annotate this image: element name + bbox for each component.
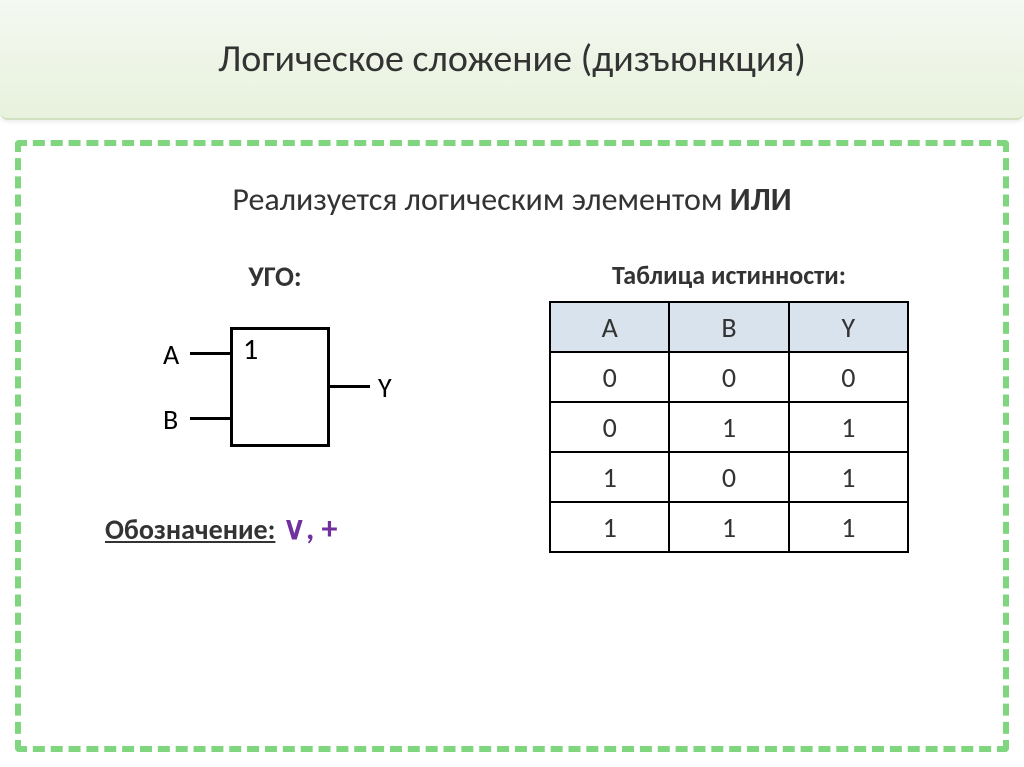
- main-row: УГО: 1 A B Y Обозначение: ∨, + Таблиц: [55, 259, 969, 553]
- table-row: 1 1 1: [550, 502, 908, 552]
- cell: 0: [550, 352, 669, 402]
- input-b-line: [190, 417, 230, 420]
- output-y-line: [330, 385, 370, 388]
- cell: 1: [669, 502, 788, 552]
- cell: 0: [669, 352, 788, 402]
- notation-label: Обозначение:: [105, 512, 275, 547]
- cell: 1: [789, 452, 908, 502]
- input-a-label: A: [163, 337, 179, 372]
- cell: 1: [669, 402, 788, 452]
- left-column: УГО: 1 A B Y Обозначение: ∨, +: [85, 259, 465, 548]
- output-y-label: Y: [378, 370, 392, 405]
- cell: 1: [789, 502, 908, 552]
- subtitle-text: Реализуется логическим элементом: [232, 180, 729, 219]
- header-a: A: [550, 302, 669, 352]
- slide-header: Логическое сложение (дизъюнкция): [0, 0, 1024, 120]
- right-column: Таблица истинности: A B Y 0 0 0: [519, 259, 939, 553]
- subtitle: Реализуется логическим элементом ИЛИ: [55, 180, 969, 219]
- notation-symbols: ∨, +: [275, 509, 337, 548]
- cell: 1: [550, 452, 669, 502]
- cell: 1: [550, 502, 669, 552]
- gate-inner-label: 1: [243, 331, 258, 368]
- table-row: 0 1 1: [550, 402, 908, 452]
- slide-content: Реализуется логическим элементом ИЛИ УГО…: [15, 140, 1009, 752]
- ugo-label: УГО:: [85, 259, 465, 294]
- cell: 1: [789, 402, 908, 452]
- truth-table-title: Таблица истинности:: [519, 259, 939, 291]
- subtitle-bold: ИЛИ: [730, 180, 792, 219]
- table-row: 1 0 1: [550, 452, 908, 502]
- input-b-label: B: [163, 402, 178, 437]
- slide-title: Логическое сложение (дизъюнкция): [218, 36, 806, 82]
- content-wrapper: Реализуется логическим элементом ИЛИ УГО…: [0, 120, 1024, 767]
- cell: 0: [669, 452, 788, 502]
- header-b: B: [669, 302, 788, 352]
- header-y: Y: [789, 302, 908, 352]
- table-row: 0 0 0: [550, 352, 908, 402]
- cell: 0: [550, 402, 669, 452]
- table-header-row: A B Y: [550, 302, 908, 352]
- or-gate-symbol: 1 A B Y: [135, 309, 415, 469]
- cell: 0: [789, 352, 908, 402]
- notation: Обозначение: ∨, +: [85, 509, 465, 548]
- truth-table: A B Y 0 0 0 0 1: [549, 301, 909, 553]
- input-a-line: [190, 352, 230, 355]
